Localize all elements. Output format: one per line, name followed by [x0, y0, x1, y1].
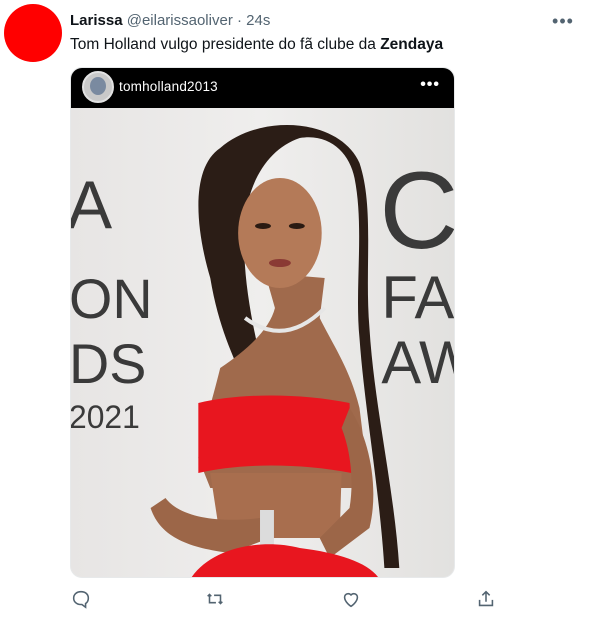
tweet-actions [70, 588, 510, 612]
tweet-timestamp[interactable]: 24s [246, 12, 270, 29]
embedded-media-card[interactable]: tomholland2013 ••• A ON DS 2021 C FA AW [70, 67, 455, 578]
backdrop-text-left-1: A [71, 168, 113, 243]
backdrop-text-left-3: DS [71, 332, 146, 395]
tweet-header: Larissa @eilarissaoliver · 24s [70, 12, 270, 30]
instagram-more-icon: ••• [420, 76, 440, 93]
retweet-icon[interactable] [204, 588, 226, 610]
share-icon[interactable] [475, 588, 497, 610]
more-options-icon[interactable]: ••• [552, 10, 574, 32]
separator-dot: · [236, 12, 242, 29]
instagram-avatar [82, 71, 114, 103]
author-handle[interactable]: @eilarissaoliver [127, 12, 233, 29]
tweet-text-bold: Zendaya [380, 36, 444, 53]
backdrop-text-right-2: FA [381, 264, 454, 331]
instagram-username: tomholland2013 [119, 79, 218, 94]
instagram-header-bar: tomholland2013 ••• [71, 68, 454, 108]
backdrop-text-right-1: C [379, 150, 454, 272]
photo-illustration: A ON DS 2021 C FA AW [71, 125, 454, 577]
author-name[interactable]: Larissa [70, 12, 123, 29]
backdrop-text-left-4: 2021 [71, 399, 140, 435]
like-icon[interactable] [340, 588, 362, 610]
tweet-avatar[interactable] [4, 4, 62, 62]
backdrop-text-right-3: AW [381, 329, 454, 396]
tweet-text-body: Tom Holland vulgo presidente do fã clube… [70, 36, 381, 53]
tweet-text: Tom Holland vulgo presidente do fã clube… [70, 35, 443, 55]
post-photo[interactable]: A ON DS 2021 C FA AW [71, 108, 454, 577]
reply-icon[interactable] [70, 588, 92, 610]
backdrop-text-left-2: ON [71, 267, 153, 330]
